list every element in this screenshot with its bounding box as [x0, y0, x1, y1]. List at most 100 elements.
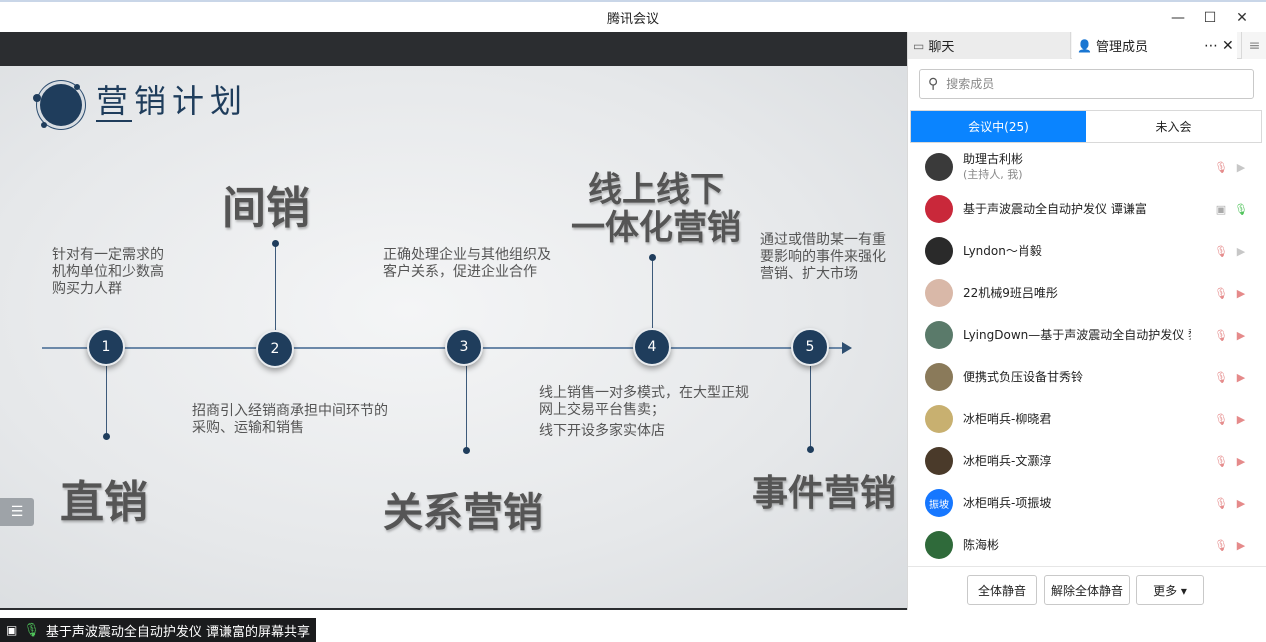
list-item[interactable]: 陈海彬 🎙 ▶ [908, 524, 1266, 566]
mic-off-icon[interactable]: 🎙 [1211, 453, 1231, 469]
list-item[interactable]: LyingDown—基于声波震动全自动护发仪 黎 🎙 ▶ [908, 314, 1266, 356]
mic-off-icon[interactable]: 🎙 [1211, 495, 1231, 511]
member-name: LyingDown—基于声波震动全自动护发仪 黎 [963, 327, 1191, 342]
window-titlebar: 腾讯会议 — ☐ ✕ [0, 0, 1266, 32]
slide-logo-circle [40, 84, 82, 126]
member-status-icons: 🎙 ▶ [1211, 327, 1251, 343]
member-name: 冰柜哨兵-项振坡 [963, 495, 1052, 510]
minimize-button[interactable]: — [1162, 4, 1194, 32]
slide-logo-dot [33, 94, 41, 102]
item-desc-5: 通过或借助某一有重要影响的事件来强化营销、扩大市场 [760, 232, 886, 282]
item-desc-1: 针对有一定需求的机构单位和少数高购买力人群 [52, 247, 164, 297]
slide-title: 营销计划 [96, 82, 249, 120]
more-options-icon[interactable]: ⋯ [1204, 38, 1218, 54]
screen-share-area: 营销计划 1 2 3 4 5 直销 间销 关系营销 线上线下 一体化营销 事件营… [0, 32, 907, 642]
close-window-button[interactable]: ✕ [1226, 4, 1258, 32]
member-status-icons: 🎙 ▶ [1211, 495, 1251, 511]
member-name: 助理古利彬 (主持人, 我) [963, 152, 1191, 182]
avatar [925, 405, 953, 433]
shared-slide: 营销计划 1 2 3 4 5 直销 间销 关系营销 线上线下 一体化营销 事件营… [0, 66, 907, 608]
mic-on-icon[interactable]: 🎙 [1231, 201, 1251, 217]
panel-bottom-bar: 全体静音 解除全体静音 更多 ▾ [908, 566, 1266, 610]
list-toggle-icon[interactable]: ☰ [0, 498, 34, 526]
unmute-all-button[interactable]: 解除全体静音 [1044, 575, 1130, 605]
list-item[interactable]: 便携式负压设备甘秀铃 🎙 ▶ [908, 356, 1266, 398]
more-button[interactable]: 更多 ▾ [1136, 575, 1204, 605]
member-status-icons: ▣ 🎙 [1211, 201, 1251, 217]
timeline-node-3: 3 [445, 328, 483, 366]
member-status-icons: 🎙 ▶ [1211, 411, 1251, 427]
timeline-stem [275, 244, 276, 330]
camera-off-icon[interactable]: ▶ [1231, 537, 1251, 553]
camera-off-icon[interactable]: ▶ [1231, 453, 1251, 469]
member-name: 陈海彬 [963, 537, 1000, 552]
mic-off-icon[interactable]: 🎙 [1211, 369, 1231, 385]
camera-off-icon[interactable]: ▶ [1231, 411, 1251, 427]
slide-logo-dot [74, 84, 80, 90]
mic-off-icon[interactable]: 🎙 [1211, 327, 1231, 343]
camera-off-icon[interactable]: ▶ [1231, 285, 1251, 301]
mic-off-icon[interactable]: 🎙 [1211, 159, 1231, 175]
member-name: 基于声波震动全自动护发仪 谭谦富 [963, 201, 1147, 216]
list-item[interactable]: Lyndon～肖毅 🎙 ▶ [908, 230, 1266, 272]
tab-in-meeting[interactable]: 会议中(25) [911, 111, 1086, 142]
timeline-node-4: 4 [633, 328, 671, 366]
window-controls: — ☐ ✕ [1162, 4, 1258, 32]
item-heading-5: 事件营销 [752, 473, 897, 514]
menu-icon[interactable]: ≡ [1241, 32, 1266, 59]
chat-icon: ▭ [913, 38, 925, 53]
camera-off-icon[interactable]: ▶ [1231, 327, 1251, 343]
list-item[interactable]: 冰柜哨兵-文灏淳 🎙 ▶ [908, 440, 1266, 482]
avatar [925, 447, 953, 475]
panel-tabs: ▭ 聊天 👤 管理成员 ⋯ ✕ ≡ [908, 32, 1266, 59]
list-item[interactable]: 22机械9班吕唯彤 🎙 ▶ [908, 272, 1266, 314]
tab-chat[interactable]: ▭ 聊天 [908, 32, 1071, 59]
avatar [925, 363, 953, 391]
list-item[interactable]: 助理古利彬 (主持人, 我) 🎙 ▶ [908, 146, 1266, 188]
timeline-stem-dot [649, 254, 656, 261]
timeline-stem-dot [463, 447, 470, 454]
item-desc-3: 正确处理企业与其他组织及客户关系，促进企业合作 [383, 247, 551, 280]
list-item[interactable]: 冰柜哨兵-柳晓君 🎙 ▶ [908, 398, 1266, 440]
person-icon: 👤 [1077, 38, 1092, 53]
tab-chat-label: 聊天 [928, 40, 955, 55]
member-search[interactable]: ⚲ [919, 69, 1254, 99]
item-desc-4-line2: 线下开设多家实体店 [539, 423, 665, 439]
timeline-stem-dot [103, 433, 110, 440]
avatar [925, 279, 953, 307]
item-heading-1: 直销 [60, 477, 148, 528]
mic-off-icon[interactable]: 🎙 [1211, 285, 1231, 301]
list-item[interactable]: 基于声波震动全自动护发仪 谭谦富 ▣ 🎙 [908, 188, 1266, 230]
camera-off-icon[interactable]: ▶ [1231, 159, 1251, 175]
member-list: 助理古利彬 (主持人, 我) 🎙 ▶ 基于声波震动全自动护发仪 谭谦富 ▣ 🎙 … [908, 146, 1266, 566]
avatar [925, 531, 953, 559]
mic-off-icon[interactable]: 🎙 [1211, 411, 1231, 427]
avatar: 振坡 [925, 489, 953, 517]
member-status-icons: 🎙 ▶ [1211, 537, 1251, 553]
item-heading-4-line2: 一体化营销 [571, 208, 741, 248]
tab-not-joined[interactable]: 未入会 [1086, 111, 1261, 142]
maximize-button[interactable]: ☐ [1194, 4, 1226, 32]
list-item[interactable]: 振坡 冰柜哨兵-项振坡 🎙 ▶ [908, 482, 1266, 524]
window-title: 腾讯会议 [606, 11, 659, 27]
timeline-axis [42, 347, 842, 349]
mic-off-icon[interactable]: 🎙 [1211, 537, 1231, 553]
avatar [925, 321, 953, 349]
camera-off-icon[interactable]: ▶ [1231, 495, 1251, 511]
screen-share-icon: ▣ [6, 623, 18, 637]
search-input[interactable] [946, 77, 1237, 91]
screen-share-icon: ▣ [1215, 202, 1227, 216]
camera-off-icon[interactable]: ▶ [1231, 369, 1251, 385]
timeline-node-1: 1 [87, 328, 125, 366]
camera-icon[interactable]: ▶ [1231, 243, 1251, 259]
timeline-stem-dot [807, 446, 814, 453]
mute-all-button[interactable]: 全体静音 [967, 575, 1037, 605]
timeline-node-5: 5 [791, 328, 829, 366]
avatar [925, 237, 953, 265]
timeline-stem [106, 366, 107, 436]
member-name: Lyndon～肖毅 [963, 243, 1042, 258]
timeline-stem [466, 366, 467, 450]
timeline-arrow [842, 342, 852, 354]
mic-off-icon[interactable]: 🎙 [1211, 243, 1231, 259]
close-panel-icon[interactable]: ✕ [1222, 38, 1234, 54]
